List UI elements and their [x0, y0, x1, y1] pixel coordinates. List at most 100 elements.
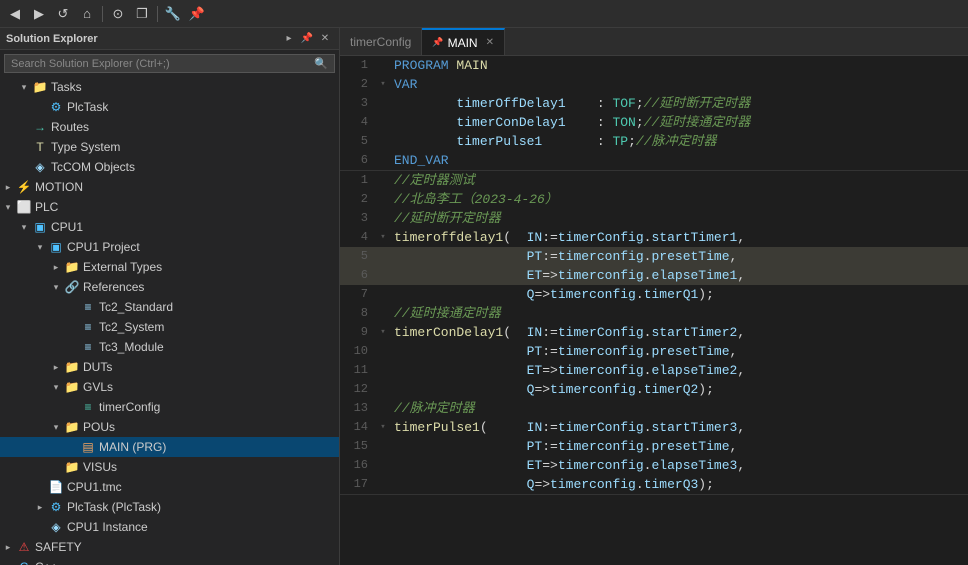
code-s1-6: END_VAR — [390, 151, 968, 170]
tree-item-cpu1proj[interactable]: ▾▣CPU1 Project — [0, 237, 339, 257]
code-line-s1-1: 1 PROGRAM MAIN — [340, 56, 968, 75]
tree-item-motion[interactable]: ▸⚡MOTION — [0, 177, 339, 197]
separator2 — [157, 6, 158, 22]
code-line-s1-3: 3 timerOffDelay1 : TOF;//延时断开定时器 — [340, 94, 968, 113]
tree-arrow-cpu1proj: ▾ — [32, 242, 48, 253]
panel-auto-hide-button[interactable]: 📌 — [299, 31, 315, 47]
line-num-s1-4: 4 — [340, 113, 376, 132]
tree-item-tc2sys[interactable]: ≡Tc2_System — [0, 317, 339, 337]
tree-item-timerconfig[interactable]: ≡timerConfig — [0, 397, 339, 417]
tree-icon-safety: ⚠ — [16, 540, 32, 554]
tree-label-type: Type System — [51, 140, 120, 154]
tree-label-plctask: PlcTask — [67, 100, 108, 114]
tree-icon-duts: 📁 — [64, 360, 80, 374]
tab-timerconfig[interactable]: timerConfig — [340, 28, 422, 55]
tree-label-pous: POUs — [83, 420, 115, 434]
line-num-s2-15: 15 — [340, 437, 376, 456]
copy-button[interactable]: ❐ — [131, 3, 153, 25]
tree-label-exttypes: External Types — [83, 260, 162, 274]
tree-item-cpu1[interactable]: ▾▣CPU1 — [0, 217, 339, 237]
tree-item-exttypes[interactable]: ▸📁External Types — [0, 257, 339, 277]
tree-item-tasks[interactable]: ▾📁Tasks — [0, 77, 339, 97]
tree-item-tc2std[interactable]: ≡Tc2_Standard — [0, 297, 339, 317]
tree-icon-cpu1tmc: 📄 — [48, 480, 64, 494]
code-s2-9: timerConDelay1( IN:=timerConfig.startTim… — [390, 323, 968, 342]
tree-label-main: MAIN (PRG) — [99, 440, 166, 454]
tree-icon-cpu1inst: ◈ — [48, 520, 64, 534]
fold-s2-4[interactable]: ▾ — [376, 228, 390, 247]
tree-icon-references: 🔗 — [64, 280, 80, 294]
tree-item-pous[interactable]: ▾📁POUs — [0, 417, 339, 437]
line-num-s1-5: 5 — [340, 132, 376, 151]
code-s1-1: PROGRAM MAIN — [390, 56, 968, 75]
tree-icon-plc: ⬜ — [16, 200, 32, 214]
code-s2-13: //脉冲定时器 — [390, 399, 968, 418]
code-s2-2: //北岛李工（2023-4-26） — [390, 190, 968, 209]
tree-item-main[interactable]: ▤MAIN (PRG) — [0, 437, 339, 457]
line-num-s2-4: 4 — [340, 228, 376, 247]
code-s2-17: Q=>timerconfig.timerQ3); — [390, 475, 968, 494]
tree-item-cpu1tmc[interactable]: 📄CPU1.tmc — [0, 477, 339, 497]
tree-item-plctask[interactable]: ⚙PlcTask — [0, 97, 339, 117]
tree-label-visus: VISUs — [83, 460, 117, 474]
tab-main-close-icon[interactable]: ✕ — [486, 37, 494, 48]
refresh-button[interactable]: ↺ — [52, 3, 74, 25]
panel-close-button[interactable]: ✕ — [317, 31, 333, 47]
back-button[interactable]: ◀ — [4, 3, 26, 25]
line-num-s2-6: 6 — [340, 266, 376, 285]
code-line-s2-3: 3 //延时断开定时器 — [340, 209, 968, 228]
panel-dock-button[interactable]: ▸ — [281, 31, 297, 47]
code-s1-5: timerPulse1 : TP;//脉冲定时器 — [390, 132, 968, 151]
line-num-s2-12: 12 — [340, 380, 376, 399]
fold-s2-14[interactable]: ▾ — [376, 418, 390, 437]
tree-icon-type: T — [32, 140, 48, 154]
settings-button[interactable]: 🔧 — [162, 3, 184, 25]
search-bar: 🔍 — [4, 54, 335, 73]
home-button[interactable]: ⌂ — [76, 3, 98, 25]
tree-item-gvls[interactable]: ▾📁GVLs — [0, 377, 339, 397]
code-line-s2-4: 4 ▾ timeroffdelay1( IN:=timerConfig.star… — [340, 228, 968, 247]
tree-item-duts[interactable]: ▸📁DUTs — [0, 357, 339, 377]
tab-main[interactable]: 📌 MAIN ✕ — [422, 28, 505, 55]
fold-s1-2[interactable]: ▾ — [376, 75, 390, 94]
code-line-s2-15: 15 PT:=timerconfig.presetTime, — [340, 437, 968, 456]
code-s2-14: timerPulse1( IN:=timerConfig.startTimer3… — [390, 418, 968, 437]
tab-timerconfig-label: timerConfig — [350, 35, 411, 49]
tree-arrow-pous: ▾ — [48, 422, 64, 433]
tree-item-visus[interactable]: 📁VISUs — [0, 457, 339, 477]
tree-container[interactable]: ▾📁Tasks⚙PlcTask→RoutesTType System◈TcCOM… — [0, 77, 339, 565]
forward-button[interactable]: ▶ — [28, 3, 50, 25]
code-line-s2-10: 10 PT:=timerconfig.presetTime, — [340, 342, 968, 361]
tree-icon-tasks: 📁 — [32, 80, 48, 94]
tree-item-cpp[interactable]: ▸CC++ — [0, 557, 339, 565]
editor-panel: timerConfig 📌 MAIN ✕ 1 PROGRAM MAIN 2 — [340, 28, 968, 565]
timer-button[interactable]: ⊙ — [107, 3, 129, 25]
line-num-s2-8: 8 — [340, 304, 376, 323]
tree-arrow-duts: ▸ — [48, 362, 64, 373]
code-s1-3: timerOffDelay1 : TOF;//延时断开定时器 — [390, 94, 968, 113]
tree-label-cpu1proj: CPU1 Project — [67, 240, 140, 254]
tree-arrow-plc: ▾ — [0, 202, 16, 213]
code-s2-16: ET=>timerconfig.elapseTime3, — [390, 456, 968, 475]
tree-item-safety[interactable]: ▸⚠SAFETY — [0, 537, 339, 557]
tree-item-plc[interactable]: ▾⬜PLC — [0, 197, 339, 217]
main-layout: Solution Explorer ▸ 📌 ✕ 🔍 ▾📁Tasks⚙PlcTas… — [0, 28, 968, 565]
tree-item-cpu1inst[interactable]: ◈CPU1 Instance — [0, 517, 339, 537]
tree-item-tccom[interactable]: ◈TcCOM Objects — [0, 157, 339, 177]
code-line-s2-2: 2 //北岛李工（2023-4-26） — [340, 190, 968, 209]
tree-item-type[interactable]: TType System — [0, 137, 339, 157]
pin-button[interactable]: 📌 — [186, 3, 208, 25]
tree-item-routes[interactable]: →Routes — [0, 117, 339, 137]
panel-actions: ▸ 📌 ✕ — [281, 31, 333, 47]
tree-arrow-references: ▾ — [48, 282, 64, 293]
fold-s2-9[interactable]: ▾ — [376, 323, 390, 342]
tree-item-tc3mod[interactable]: ≡Tc3_Module — [0, 337, 339, 357]
code-editor[interactable]: 1 PROGRAM MAIN 2 ▾ VAR 3 timerOffDelay1 … — [340, 56, 968, 565]
search-input[interactable] — [11, 58, 314, 70]
code-line-s2-6: 6 ET=>timerconfig.elapseTime1, — [340, 266, 968, 285]
tree-item-plctaskref[interactable]: ▸⚙PlcTask (PlcTask) — [0, 497, 339, 517]
tree-item-references[interactable]: ▾🔗References — [0, 277, 339, 297]
code-line-s1-4: 4 timerConDelay1 : TON;//延时接通定时器 — [340, 113, 968, 132]
tree-icon-tc2std: ≡ — [80, 300, 96, 314]
tree-label-safety: SAFETY — [35, 540, 82, 554]
